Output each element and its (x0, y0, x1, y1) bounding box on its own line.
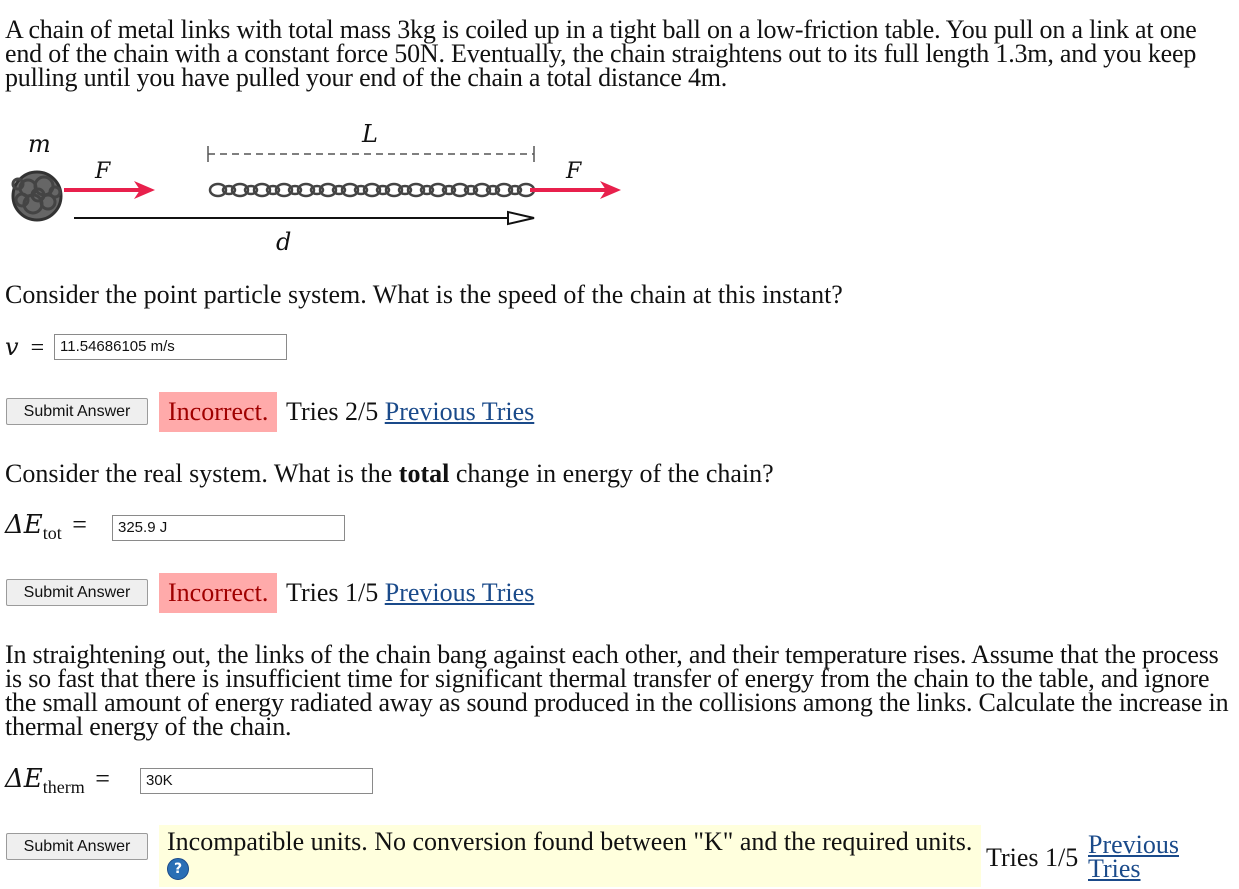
q3-var-sub: therm (42, 777, 85, 798)
force-label-left: F (94, 159, 111, 184)
distance-arrow (74, 210, 535, 226)
length-label: L (361, 120, 378, 148)
q2-submit-button[interactable]: Submit Answer (6, 579, 148, 606)
q3-submit-button[interactable]: Submit Answer (6, 833, 148, 860)
q2-variable: ΔEtot = (5, 510, 87, 548)
q1-variable: v = (5, 333, 44, 362)
force-label-right: F (565, 159, 582, 184)
question-3-prompt: In straightening out, the links of the c… (5, 640, 1229, 741)
straight-chain (208, 182, 536, 198)
problem-intro: A chain of metal links with total mass 3… (5, 15, 1197, 92)
q3-answer-input[interactable]: 30K (140, 768, 373, 794)
q2-var-sub: tot (42, 523, 62, 544)
mass-label: m (28, 130, 51, 158)
q3-prev-line2: Tries (1088, 854, 1141, 883)
q1-tries-count: Tries 2/5 (286, 397, 379, 426)
q1-tries: Tries 2/5 Previous Tries (286, 397, 534, 427)
q2-tries-count: Tries 1/5 (286, 578, 379, 607)
q1-status-badge: Incorrect. (159, 392, 278, 432)
q1-var-symbol: v (5, 333, 19, 361)
q2-prompt-bold: total (398, 459, 450, 488)
q2-equals: = (72, 510, 87, 539)
q1-submit-button[interactable]: Submit Answer (6, 398, 148, 425)
q2-status-badge: Incorrect. (159, 573, 278, 613)
distance-label: d (276, 228, 291, 256)
q2-tries: Tries 1/5 Previous Tries (286, 578, 534, 608)
help-icon[interactable]: ? (167, 858, 189, 881)
q3-previous-tries-link[interactable]: Previous Tries (1088, 832, 1179, 883)
q3-status-text: Incompatible units. No conversion found … (167, 827, 973, 856)
question-1-prompt: Consider the point particle system. What… (5, 280, 843, 309)
q2-answer-input[interactable]: 325.9 J (112, 515, 345, 541)
q2-prompt-post: change in energy of the chain? (449, 459, 774, 488)
q3-variable: ΔEtherm = (5, 764, 110, 802)
q1-answer-input[interactable]: 11.54686105 m/s (54, 334, 287, 360)
q3-tries: Tries 1/5 (986, 843, 1078, 873)
chain-diagram: m F L F d (11, 120, 621, 256)
q3-equals: = (95, 764, 110, 793)
q2-var-symbol: ΔE (5, 510, 43, 540)
q1-previous-tries-link[interactable]: Previous Tries (385, 397, 535, 426)
q1-equals: = (30, 335, 45, 361)
q3-var-symbol: ΔE (5, 764, 43, 794)
q2-previous-tries-link[interactable]: Previous Tries (385, 578, 535, 607)
q2-prompt-pre: Consider the real system. What is the (5, 459, 399, 488)
q3-status-message: Incompatible units. No conversion found … (159, 825, 981, 887)
q3-tries-count: Tries 1/5 (986, 843, 1079, 872)
question-2-prompt: Consider the real system. What is the to… (5, 459, 774, 489)
chain-ball-icon (11, 170, 63, 222)
length-dimension (207, 146, 535, 162)
